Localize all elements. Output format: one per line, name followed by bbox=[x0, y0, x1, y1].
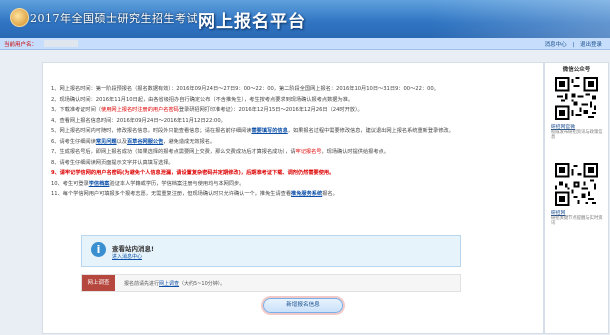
user-bar: 当前用户名： 消息中心 | 退出登录 bbox=[0, 38, 610, 50]
user-links: 消息中心 | 退出登录 bbox=[543, 40, 604, 48]
header-decoration bbox=[430, 0, 610, 38]
xuexin-archive-link[interactable]: 学信档案 bbox=[89, 181, 110, 187]
notice-item: 7、生成报名号后，即网上报名成功（如果选择的报考点需要网上交费，那么交费成功后才… bbox=[51, 149, 389, 155]
link-separator: | bbox=[572, 42, 575, 48]
logout-link[interactable]: 退出登录 bbox=[578, 42, 604, 48]
current-user-name bbox=[44, 40, 78, 47]
wechat-title: 微信公众号 bbox=[562, 67, 591, 73]
notice-item: 2、现场确认时间：2016年11月10日起，由各省级招办自行确定公布（不含推免生… bbox=[51, 96, 354, 103]
survey-link[interactable]: 网上调查 bbox=[159, 281, 179, 287]
notice-item: 1、网上报名时间：第一阶段预报名（报名数据有效）：2016年09月24日～27日… bbox=[51, 86, 439, 92]
site-header: 2017年全国硕士研究生招生考试 网上报名平台 bbox=[0, 0, 610, 38]
message-box: i 查看站内消息! 进入消息中心 bbox=[81, 235, 461, 267]
message-center-link[interactable]: 消息中心 bbox=[543, 42, 569, 48]
platform-title: 网上报名平台 bbox=[198, 12, 306, 32]
current-user-label: 当前用户名： bbox=[4, 42, 38, 48]
qr-code-icon bbox=[555, 163, 598, 206]
wechat-panel: 微信公众号 研招网官微 权威发布研招资讯与政策信息 研招网 研招关键节点提醒与实… bbox=[544, 62, 609, 334]
notice-item: 5、网上报名时间内可随时，修改报名信息，时段外只能查看信息；请在报名前仔细阅读需… bbox=[51, 128, 454, 134]
notice-list: 1、网上报名时间：第一阶段预报名（报名数据有效）：2016年09月24日～27日… bbox=[51, 84, 539, 200]
notice-item: 3、下载准考证时间（使用网上报名时注册的用户名密码登录研招网打印准考证）：201… bbox=[51, 107, 363, 113]
message-icon: i bbox=[91, 242, 106, 257]
announcement-link[interactable]: 百草谷网服公告 bbox=[127, 139, 163, 145]
exam-title: 2017年全国硕士研究生招生考试 bbox=[30, 12, 198, 25]
qr-code-icon bbox=[555, 77, 598, 120]
notice-item: 8、请考生仔细阅读网页面提示文字并认真填写选择。 bbox=[51, 159, 174, 166]
notice-highlight: 牢记报名号 bbox=[295, 149, 322, 155]
notice-item: 11、每个学信网用户可填报多个报考志愿，无需重复注册，但现场确认时只允许确认一个… bbox=[51, 191, 338, 197]
notice-item: 10、考生可登录学信档案验证本人学籍或学历，学信档案注册与使用均与本网同步。 bbox=[51, 180, 245, 187]
wechat-account-name[interactable]: 研招网官微 bbox=[551, 123, 575, 130]
wechat-account-desc: 研招关键节点提醒与实时资讯 bbox=[551, 216, 603, 226]
notice-item: 6、请考生仔细阅读常见问题以及百草谷网服公告，避免造成无效报名。 bbox=[51, 138, 216, 145]
notice-highlight: 使用网上报名时注册的用户名密码 bbox=[101, 107, 179, 113]
notice-item: 4、查看网上报名信息时间：2016年09月24日～2016年11月12日22:0… bbox=[51, 117, 226, 124]
wechat-account-desc: 权威发布研招资讯与政策信息 bbox=[551, 130, 603, 140]
recommendation-system-link[interactable]: 推免服务系统 bbox=[291, 191, 322, 197]
faq-link[interactable]: 常见问题 bbox=[96, 139, 117, 145]
required-info-link[interactable]: 需要填写的信息 bbox=[251, 128, 287, 134]
add-registration-button[interactable]: 新增报名信息 bbox=[263, 298, 343, 313]
main-panel: 1、网上报名时间：第一阶段预报名（报名数据有效）：2016年09月24日～27日… bbox=[42, 62, 544, 334]
wechat-account-name[interactable]: 研招网 bbox=[551, 209, 565, 216]
message-title: 查看站内消息! bbox=[112, 245, 154, 253]
survey-text: 报名前请先进行网上调查（大约5~10分钟）。 bbox=[124, 281, 226, 287]
notice-item-warning: 9、请牢记学信网的用户名密码(为避免个人信息泄漏，请设置复杂密码并定期修改)，后… bbox=[51, 170, 335, 176]
survey-tag: 网上调查 bbox=[82, 275, 115, 291]
survey-row: 网上调查 报名前请先进行网上调查（大约5~10分钟）。 bbox=[81, 274, 461, 292]
message-center-entry-link[interactable]: 进入消息中心 bbox=[112, 253, 142, 260]
logo-icon bbox=[10, 8, 29, 27]
